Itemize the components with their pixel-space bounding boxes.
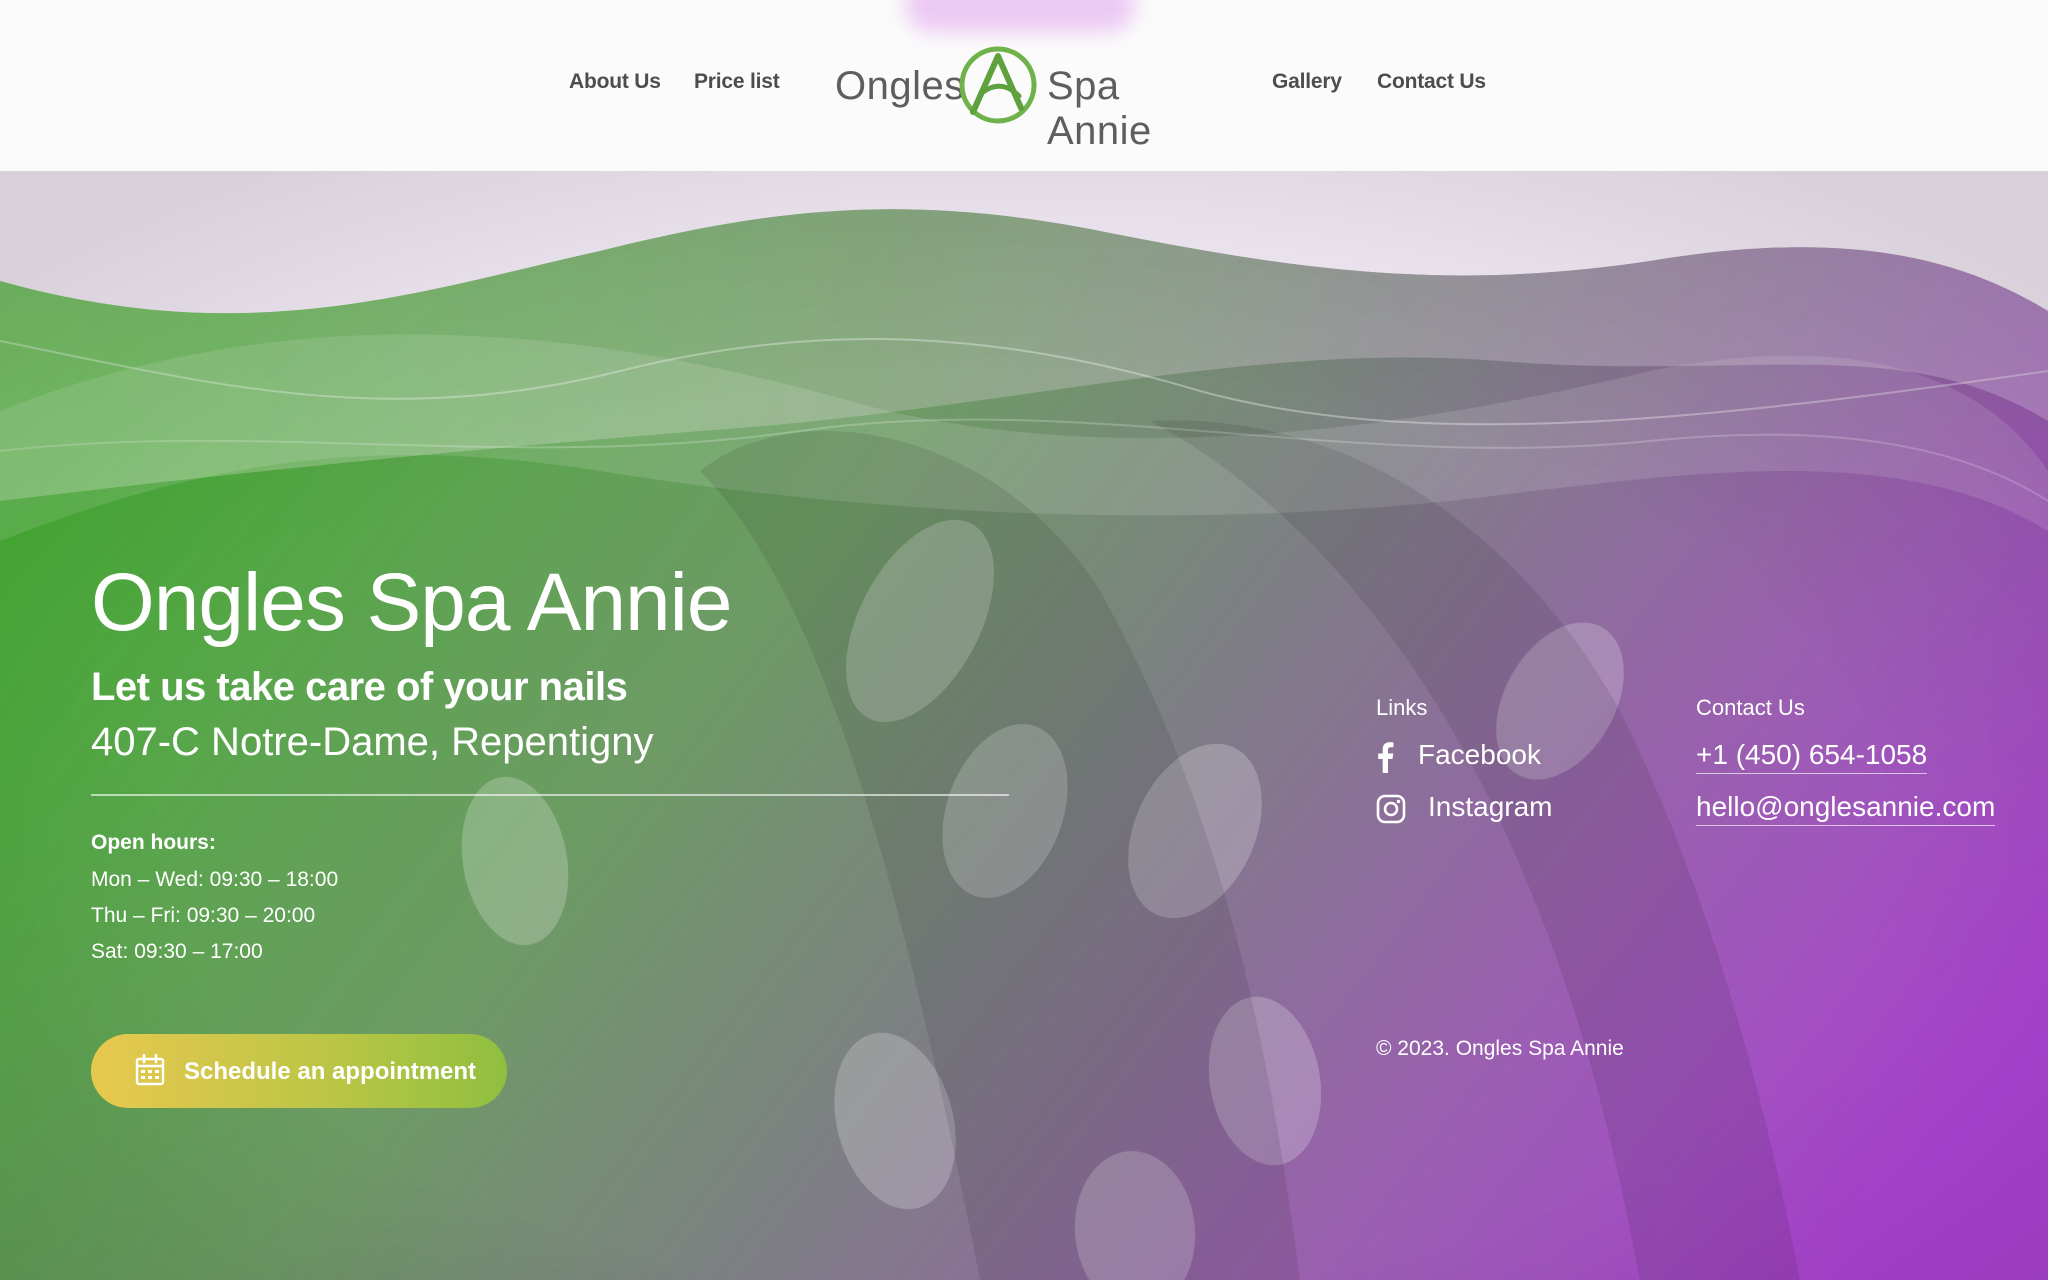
facebook-icon [1378, 742, 1394, 773]
open-hours-label: Open hours: [91, 831, 216, 854]
letter-a-circle-logo-icon [959, 46, 1037, 124]
logo-word-right: Spa Annie [1047, 64, 1152, 153]
phone-link[interactable]: +1 (450) 654-1058 [1696, 739, 1928, 774]
nav-contact-us[interactable]: Contact Us [1377, 70, 1486, 94]
hours-line: Sat: 09:30 – 17:00 [91, 940, 263, 963]
instagram-icon [1376, 794, 1406, 824]
hero-section: Ongles Spa Annie Let us take care of you… [0, 171, 2048, 1280]
logo-word-left: Ongles [835, 64, 965, 108]
copyright-text: © 2023. Ongles Spa Annie [1376, 1037, 1624, 1060]
hero-address: 407-C Notre-Dame, Repentigny [91, 720, 654, 764]
facebook-label: Facebook [1418, 739, 1541, 770]
email-link[interactable]: hello@onglesannie.com [1696, 791, 1996, 826]
hero-tagline: Let us take care of your nails [91, 665, 628, 709]
nav-about-us[interactable]: About Us [569, 70, 661, 94]
hero-divider [91, 794, 1009, 796]
links-heading: Links [1376, 695, 1428, 720]
nav-price-list[interactable]: Price list [694, 70, 780, 94]
hero-title: Ongles Spa Annie [91, 557, 732, 648]
contact-heading: Contact Us [1696, 695, 1805, 720]
schedule-appointment-label: Schedule an appointment [184, 1058, 477, 1085]
nav-gallery[interactable]: Gallery [1272, 70, 1342, 94]
site-header: About Us Price list Ongles Spa Annie Gal… [0, 0, 2048, 171]
calendar-icon [135, 1054, 165, 1086]
hours-line: Mon – Wed: 09:30 – 18:00 [91, 868, 339, 891]
facebook-link[interactable]: Facebook [1376, 739, 1556, 777]
site-logo[interactable]: Ongles Spa Annie [835, 42, 1215, 153]
instagram-link[interactable]: Instagram [1376, 791, 1566, 829]
schedule-appointment-button[interactable]: Schedule an appointment [91, 1034, 507, 1108]
instagram-label: Instagram [1428, 791, 1553, 822]
header-glow-decoration [905, 0, 1135, 32]
hours-line: Thu – Fri: 09:30 – 20:00 [91, 904, 316, 927]
